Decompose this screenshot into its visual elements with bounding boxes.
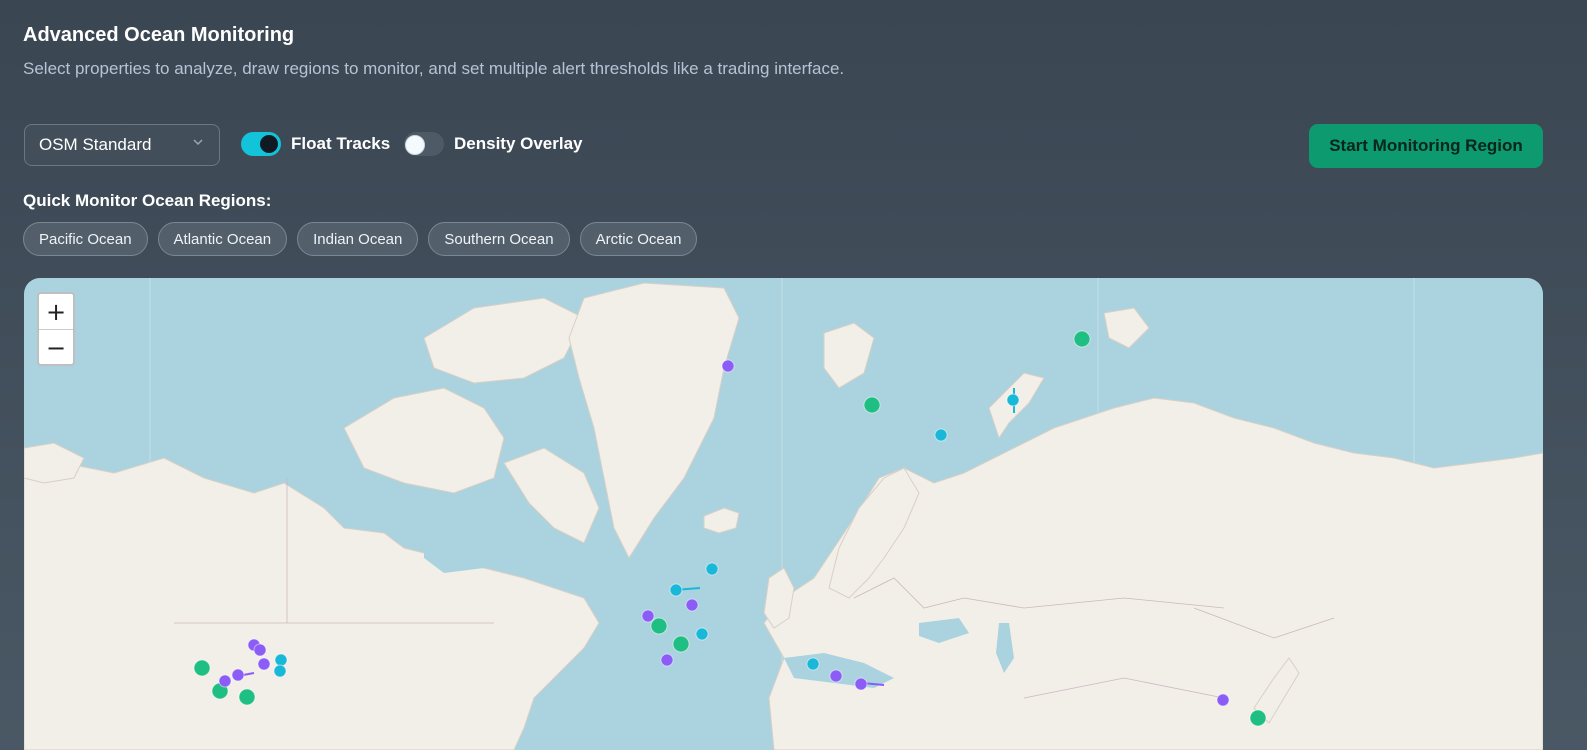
float-marker-green[interactable]	[1249, 709, 1267, 727]
float-marker-green[interactable]	[672, 635, 690, 653]
float-tracks	[237, 388, 1015, 686]
toggle-knob	[260, 135, 278, 153]
float-marker-green[interactable]	[863, 396, 881, 414]
region-chip-indian[interactable]: Indian Ocean	[297, 222, 419, 256]
float-marker-purple[interactable]	[829, 669, 843, 683]
float-marker-green[interactable]	[1073, 330, 1091, 348]
float-marker-cyan[interactable]	[1006, 393, 1020, 407]
quick-regions-list: Pacific Ocean Atlantic Ocean Indian Ocea…	[23, 222, 698, 256]
float-marker-cyan[interactable]	[695, 627, 709, 641]
float-tracks-label: Float Tracks	[291, 134, 391, 153]
zoom-control: + −	[37, 292, 75, 366]
ocean-map[interactable]: + −	[24, 278, 1543, 750]
float-marker-cyan[interactable]	[934, 428, 948, 442]
region-chip-southern[interactable]: Southern Ocean	[428, 222, 570, 256]
zoom-out-button[interactable]: −	[39, 330, 73, 365]
chevron-down-icon	[193, 139, 203, 146]
float-marker-green[interactable]	[193, 659, 211, 677]
density-overlay-label: Density Overlay	[454, 134, 583, 153]
float-marker-purple[interactable]	[721, 359, 735, 373]
float-marker-cyan[interactable]	[705, 562, 719, 576]
header: Advanced Ocean Monitoring Select propert…	[23, 24, 844, 79]
float-marker-green[interactable]	[238, 688, 256, 706]
float-marker-purple[interactable]	[854, 677, 868, 691]
float-tracks-toggle[interactable]	[241, 132, 281, 156]
density-overlay-toggle[interactable]	[404, 132, 444, 156]
float-marker-cyan[interactable]	[669, 583, 683, 597]
page-subtitle: Select properties to analyze, draw regio…	[23, 59, 845, 78]
float-marker-purple[interactable]	[641, 609, 655, 623]
basemap-select-value: OSM Standard	[39, 135, 152, 154]
quick-regions-title: Quick Monitor Ocean Regions:	[23, 191, 272, 210]
float-tracks-toggle-group[interactable]: Float Tracks	[241, 132, 390, 156]
page-title: Advanced Ocean Monitoring	[23, 24, 295, 46]
zoom-in-button[interactable]: +	[39, 294, 73, 330]
float-marker-purple[interactable]	[660, 653, 674, 667]
float-marker-cyan[interactable]	[806, 657, 820, 671]
density-overlay-toggle-group[interactable]: Density Overlay	[404, 132, 583, 156]
float-marker-purple[interactable]	[257, 657, 271, 671]
float-marker-purple[interactable]	[685, 598, 699, 612]
start-monitoring-button[interactable]: Start Monitoring Region	[1309, 124, 1543, 168]
region-chip-atlantic[interactable]: Atlantic Ocean	[157, 222, 288, 256]
float-marker-green[interactable]	[650, 617, 668, 635]
toggle-knob	[405, 135, 425, 155]
float-markers-layer	[193, 330, 1267, 727]
float-marker-purple[interactable]	[253, 643, 267, 657]
controls-bar: OSM Standard Float Tracks Density Overla…	[24, 124, 1543, 168]
float-markers	[193, 330, 1267, 727]
float-marker-cyan[interactable]	[273, 664, 287, 678]
basemap-select[interactable]: OSM Standard	[24, 124, 220, 166]
float-marker-purple[interactable]	[231, 668, 245, 682]
float-marker-purple[interactable]	[1216, 693, 1230, 707]
region-chip-pacific[interactable]: Pacific Ocean	[23, 222, 148, 256]
float-marker-purple[interactable]	[218, 674, 232, 688]
region-chip-arctic[interactable]: Arctic Ocean	[579, 222, 698, 256]
float-marker-cyan[interactable]	[274, 653, 288, 667]
